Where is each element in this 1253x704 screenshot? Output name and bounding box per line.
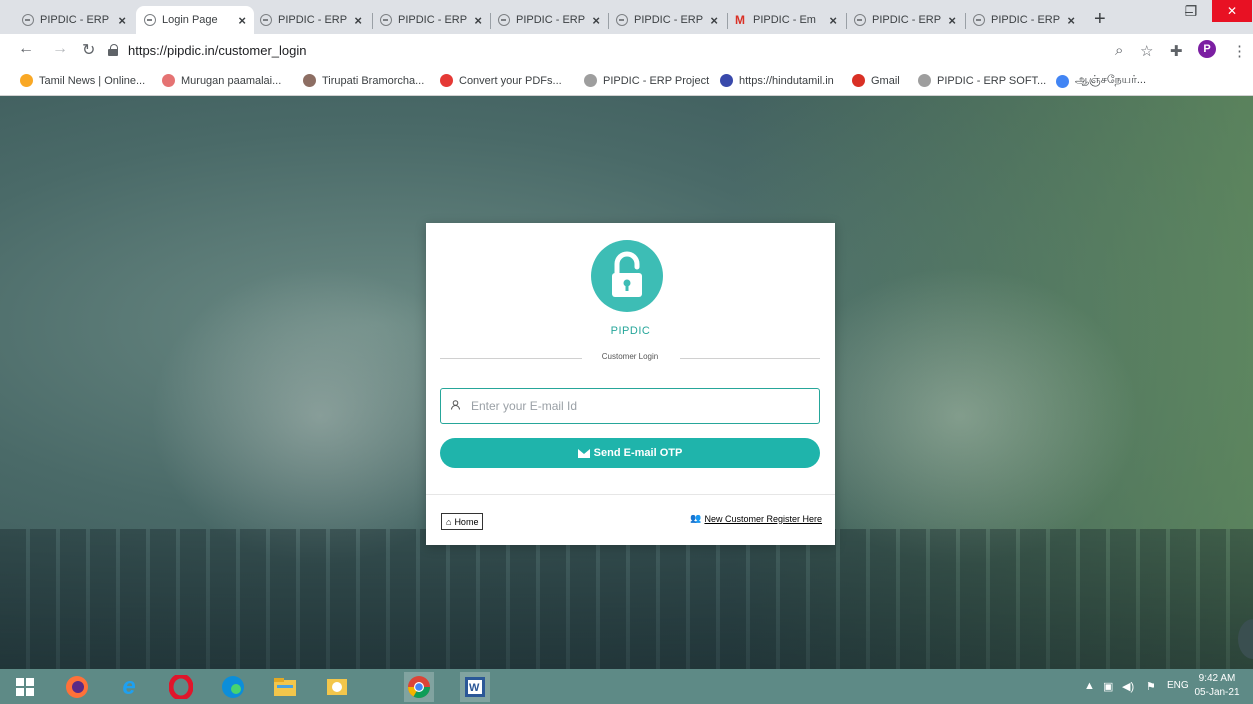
bookmark-item[interactable]: Gmail (852, 74, 900, 87)
forward-arrow-icon[interactable]: → (52, 40, 68, 58)
zoom-icon[interactable]: ⌕ (1115, 42, 1123, 59)
new-tab-button[interactable]: + (1094, 8, 1106, 31)
lock-icon (108, 44, 118, 56)
bookmark-item[interactable]: Tirupati Bramorcha... (303, 74, 424, 87)
bookmark-item[interactable]: Convert your PDFs... (440, 74, 562, 87)
profile-avatar[interactable]: P (1198, 40, 1216, 58)
internet-explorer-icon[interactable]: e (114, 672, 144, 702)
window-close-button[interactable]: ✕ (1212, 0, 1252, 22)
page-background: PIPDIC Customer Login Send E-mail OTP ⌂ … (0, 96, 1253, 669)
bookmark-favicon (918, 74, 931, 87)
form-subtitle: Customer Login (601, 352, 659, 361)
close-tab-icon[interactable]: × (1067, 13, 1075, 28)
bookmark-item[interactable]: PIPDIC - ERP Project (584, 74, 709, 87)
opera-icon[interactable] (166, 672, 196, 702)
close-tab-icon[interactable]: × (948, 13, 956, 28)
user-plus-icon: 👥 (690, 513, 702, 523)
globe-icon (854, 14, 866, 26)
firefox-icon[interactable] (62, 672, 92, 702)
browser-tab-strip: PIPDIC - ERP × Login Page × PIPDIC - ERP… (0, 0, 1253, 34)
close-tab-icon[interactable]: × (118, 13, 126, 28)
browser-tab[interactable]: PIPDIC - ERP × (372, 6, 490, 34)
divider-with-label: Customer Login (440, 352, 820, 364)
network-icon[interactable]: ▣ (1103, 680, 1113, 693)
close-tab-icon[interactable]: × (829, 13, 837, 28)
outlook-icon[interactable] (322, 672, 352, 702)
close-tab-icon[interactable]: × (238, 13, 246, 28)
gmail-icon (852, 74, 865, 87)
close-tab-icon[interactable]: × (592, 13, 600, 28)
globe-icon (144, 14, 156, 26)
bookmark-item[interactable]: Murugan paamalai... (162, 74, 281, 87)
globe-icon (380, 14, 392, 26)
close-tab-icon[interactable]: × (354, 13, 362, 28)
browser-tab[interactable]: PIPDIC - ERP × (252, 6, 370, 34)
browser-tab[interactable]: PIPDIC - ERP × (846, 6, 964, 34)
browser-tab-active[interactable]: Login Page × (136, 6, 254, 34)
chrome-icon[interactable] (404, 672, 434, 702)
bookmark-favicon (303, 74, 316, 87)
tray-chevron-icon[interactable]: ▲ (1084, 680, 1095, 692)
send-otp-button[interactable]: Send E-mail OTP (440, 438, 820, 468)
browser-toolbar: ← → ↻ https://pipdic.in/customer_login ⌕… (0, 34, 1253, 66)
bookmark-item[interactable]: ஆஞ்சநேயர்... (1056, 74, 1146, 88)
clock-date: 05-Jan-21 (1194, 687, 1240, 698)
browser-tab[interactable]: PIPDIC - ERP × (490, 6, 608, 34)
bookmark-item[interactable]: Tamil News | Online... (20, 74, 145, 87)
extensions-puzzle-icon[interactable]: ✚ (1170, 42, 1183, 60)
user-icon (451, 399, 465, 413)
browser-tab[interactable]: M PIPDIC - Em × (727, 6, 845, 34)
clock-time: 9:42 AM (1198, 673, 1236, 684)
bookmark-favicon (440, 74, 453, 87)
reload-icon[interactable]: ↻ (82, 40, 95, 60)
back-arrow-icon[interactable]: ← (18, 40, 34, 58)
address-bar[interactable]: https://pipdic.in/customer_login (108, 39, 1148, 61)
browser-tab[interactable]: PIPDIC - ERP × (608, 6, 726, 34)
background-keyboard (0, 529, 1253, 669)
google-icon (1056, 74, 1069, 88)
globe-icon (498, 14, 510, 26)
bookmark-star-icon[interactable]: ☆ (1140, 42, 1153, 60)
browser-tab[interactable]: PIPDIC - ERP × (14, 6, 134, 34)
register-link[interactable]: 👥 New Customer Register Here (690, 513, 822, 524)
brand-name: PIPDIC (610, 325, 651, 337)
bookmark-favicon (162, 74, 175, 87)
system-clock[interactable]: 9:42 AM 05-Jan-21 (1184, 672, 1250, 700)
home-button[interactable]: ⌂ Home (441, 513, 484, 530)
edge-icon[interactable] (218, 672, 248, 702)
svg-text:W: W (469, 682, 480, 694)
gmail-icon: M (735, 13, 745, 27)
menu-kebab-icon[interactable]: ⋮ (1232, 42, 1247, 60)
browser-tab[interactable]: PIPDIC - ERP × (965, 6, 1083, 34)
close-tab-icon[interactable]: × (474, 13, 482, 28)
restore-button[interactable]: ❐ (1180, 0, 1202, 22)
card-footer-divider (426, 494, 835, 495)
lock-logo-icon (591, 240, 663, 312)
divider-line (680, 358, 820, 359)
globe-icon (22, 14, 34, 26)
close-tab-icon[interactable]: × (710, 13, 718, 28)
email-input[interactable] (471, 399, 811, 413)
bookmark-favicon (720, 74, 733, 87)
globe-icon (616, 14, 628, 26)
envelope-icon (577, 448, 590, 458)
volume-icon[interactable]: ◀) (1122, 680, 1134, 693)
bookmark-item[interactable]: PIPDIC - ERP SOFT... (918, 74, 1046, 87)
email-field[interactable] (440, 388, 820, 424)
windows-taskbar: e W ▲ ▣ ◀) ⚑ ENG 9:42 AM 05-Jan-21 (0, 669, 1253, 704)
globe-icon (973, 14, 985, 26)
bookmark-favicon (20, 74, 33, 87)
bookmarks-bar: Tamil News | Online... Murugan paamalai.… (0, 66, 1253, 96)
home-icon: ⌂ (446, 516, 452, 527)
file-explorer-icon[interactable] (270, 672, 300, 702)
bookmark-item[interactable]: https://hindutamil.in (720, 74, 834, 87)
word-icon[interactable]: W (460, 672, 490, 702)
globe-icon (260, 14, 272, 26)
login-card: PIPDIC Customer Login Send E-mail OTP ⌂ … (426, 223, 835, 545)
url-text: https://pipdic.in/customer_login (128, 42, 307, 58)
bookmark-favicon (584, 74, 597, 87)
flag-notification-icon[interactable]: ⚑ (1146, 680, 1156, 693)
windows-start-icon[interactable] (10, 672, 40, 702)
